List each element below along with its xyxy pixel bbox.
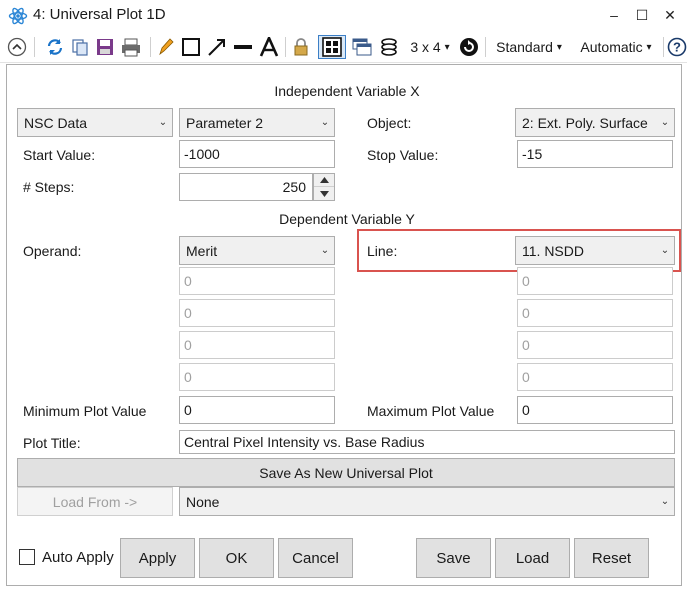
object-label: Object: (367, 115, 412, 131)
max-plot-input[interactable]: 0 (517, 396, 673, 424)
rectangle-icon[interactable] (180, 36, 202, 58)
line-param-4[interactable]: 0 (517, 363, 673, 391)
line-icon[interactable] (232, 36, 254, 58)
object-dropdown[interactable]: 2: Ext. Poly. Surface ⌄ (515, 108, 675, 137)
start-value-input[interactable]: -1000 (179, 140, 335, 168)
close-button[interactable]: ✕ (660, 4, 680, 26)
lock-icon[interactable] (290, 36, 312, 58)
line-dropdown[interactable]: 11. NSDD ⌄ (515, 236, 675, 265)
line-param-2[interactable]: 0 (517, 299, 673, 327)
auto-apply-label: Auto Apply (42, 549, 114, 566)
operand-param-1[interactable]: 0 (179, 267, 335, 295)
steps-input[interactable]: 250 (179, 173, 313, 201)
save-as-new-button[interactable]: Save As New Universal Plot (17, 458, 675, 487)
min-plot-input[interactable]: 0 (179, 396, 335, 424)
plot-title-input[interactable]: Central Pixel Intensity vs. Base Radius (179, 430, 675, 454)
save-button[interactable]: Save (416, 538, 491, 578)
arrow-icon[interactable] (206, 36, 228, 58)
steps-spinner[interactable] (313, 173, 335, 201)
source-type-dropdown[interactable]: NSC Data ⌄ (17, 108, 173, 137)
load-select-dropdown[interactable]: None ⌄ (179, 487, 675, 516)
operand-dropdown[interactable]: Merit ⌄ (179, 236, 335, 265)
cancel-button[interactable]: Cancel (278, 538, 353, 578)
max-plot-label: Maximum Plot Value (367, 403, 495, 419)
chevron-down-icon: ⌄ (158, 117, 168, 128)
operand-param-3[interactable]: 0 (179, 331, 335, 359)
chevron-down-icon: ⌄ (660, 245, 670, 256)
ok-button[interactable]: OK (199, 538, 274, 578)
auto-apply-checkbox[interactable] (19, 549, 35, 565)
collapse-icon[interactable] (6, 36, 28, 58)
chevron-down-icon: ⌄ (660, 496, 670, 507)
automatic-dropdown[interactable]: Automatic ▾ (574, 36, 658, 58)
plot-title-label: Plot Title: (23, 435, 81, 451)
operand-param-4[interactable]: 0 (179, 363, 335, 391)
min-plot-label: Minimum Plot Value (23, 403, 147, 419)
load-from-button[interactable]: Load From -> (17, 487, 173, 516)
steps-label: # Steps: (23, 179, 75, 195)
operand-param-2[interactable]: 0 (179, 299, 335, 327)
apply-button[interactable]: Apply (120, 538, 195, 578)
help-icon[interactable]: ? (667, 36, 687, 58)
stop-value-label: Stop Value: (367, 147, 439, 163)
chevron-down-icon: ⌄ (320, 117, 330, 128)
title-bar: 4: Universal Plot 1D – ☐ ✕ (0, 0, 687, 31)
rotate-icon[interactable] (458, 36, 480, 58)
start-value-label: Start Value: (23, 147, 96, 163)
chevron-down-icon: ⌄ (320, 245, 330, 256)
reset-button[interactable]: Reset (574, 538, 649, 578)
minimize-button[interactable]: – (604, 4, 624, 26)
line-label: Line: (367, 243, 398, 259)
line-param-1[interactable]: 0 (517, 267, 673, 295)
text-icon[interactable] (258, 36, 280, 58)
svg-text:?: ? (673, 40, 681, 55)
save-icon[interactable] (94, 36, 116, 58)
copy-icon[interactable] (69, 36, 91, 58)
chevron-down-icon: ⌄ (660, 117, 670, 128)
stop-value-input[interactable]: -15 (517, 140, 673, 168)
parameter-dropdown[interactable]: Parameter 2 ⌄ (179, 108, 335, 137)
pencil-icon[interactable] (156, 36, 176, 58)
operand-label: Operand: (23, 243, 82, 259)
load-button[interactable]: Load (495, 538, 570, 578)
layout-dropdown[interactable]: 3 x 4 ▾ (406, 36, 454, 58)
line-param-3[interactable]: 0 (517, 331, 673, 359)
maximize-button[interactable]: ☐ (632, 4, 652, 26)
window-stack-icon[interactable] (350, 36, 374, 58)
layout-grid-icon[interactable] (318, 35, 346, 59)
print-icon[interactable] (119, 36, 143, 58)
dependent-heading: Dependent Variable Y (279, 211, 415, 227)
layers-icon[interactable] (378, 36, 400, 58)
independent-heading: Independent Variable X (274, 83, 420, 99)
spin-down-icon[interactable] (314, 187, 334, 200)
refresh-icon[interactable] (44, 36, 66, 58)
window-title: 4: Universal Plot 1D (33, 6, 166, 23)
toolbar: 3 x 4 ▾ Standard ▾ Automatic ▾ ? (0, 31, 687, 63)
spin-up-icon[interactable] (314, 174, 334, 187)
standard-dropdown[interactable]: Standard ▾ (492, 36, 566, 58)
app-icon (8, 6, 28, 26)
